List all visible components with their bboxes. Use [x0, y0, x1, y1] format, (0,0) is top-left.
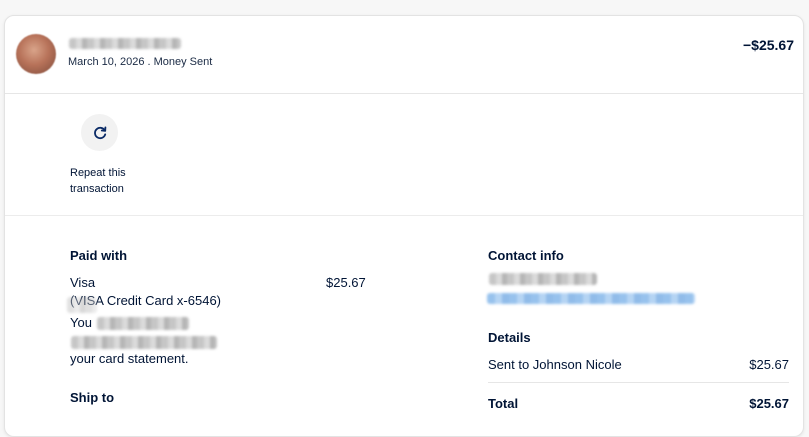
redacted-text [71, 336, 217, 349]
total-amount: $25.67 [749, 396, 789, 411]
payment-note-end: your card statement. [70, 351, 189, 366]
details-divider [488, 382, 789, 383]
sent-to-amount: $25.67 [749, 357, 789, 372]
refresh-icon [93, 126, 106, 139]
sent-to-label: Sent to Johnson Nicole [488, 357, 622, 372]
payment-amount: $25.67 [326, 275, 366, 290]
transaction-date-type: March 10, 2026 . Money Sent [68, 56, 213, 68]
contact-email-redacted[interactable] [487, 293, 695, 304]
ship-to-title: Ship to [70, 390, 115, 405]
paid-with-title: Paid with [70, 248, 128, 263]
repeat-transaction-label[interactable]: Repeat this transaction [70, 165, 150, 197]
transaction-card: March 10, 2026 . Money Sent −$25.67 Repe… [4, 15, 804, 437]
repeat-transaction-button[interactable] [81, 114, 118, 151]
quick-actions: Repeat this transaction [5, 93, 803, 216]
repeat-label-line1: Repeat this [70, 167, 126, 179]
recipient-name-redacted [69, 38, 181, 49]
payment-method: Visa [70, 275, 96, 290]
contact-info-title: Contact info [488, 248, 564, 263]
redacted-text [67, 297, 97, 313]
redacted-text [97, 317, 189, 330]
transaction-header: March 10, 2026 . Money Sent −$25.67 [5, 16, 803, 94]
total-label: Total [488, 396, 519, 411]
transaction-amount: −$25.67 [743, 37, 794, 53]
details-title: Details [488, 330, 531, 345]
avatar [16, 34, 56, 74]
payment-note-prefix: You [70, 315, 92, 330]
contact-name-redacted [489, 273, 597, 285]
repeat-label-line2: transaction [70, 183, 124, 195]
